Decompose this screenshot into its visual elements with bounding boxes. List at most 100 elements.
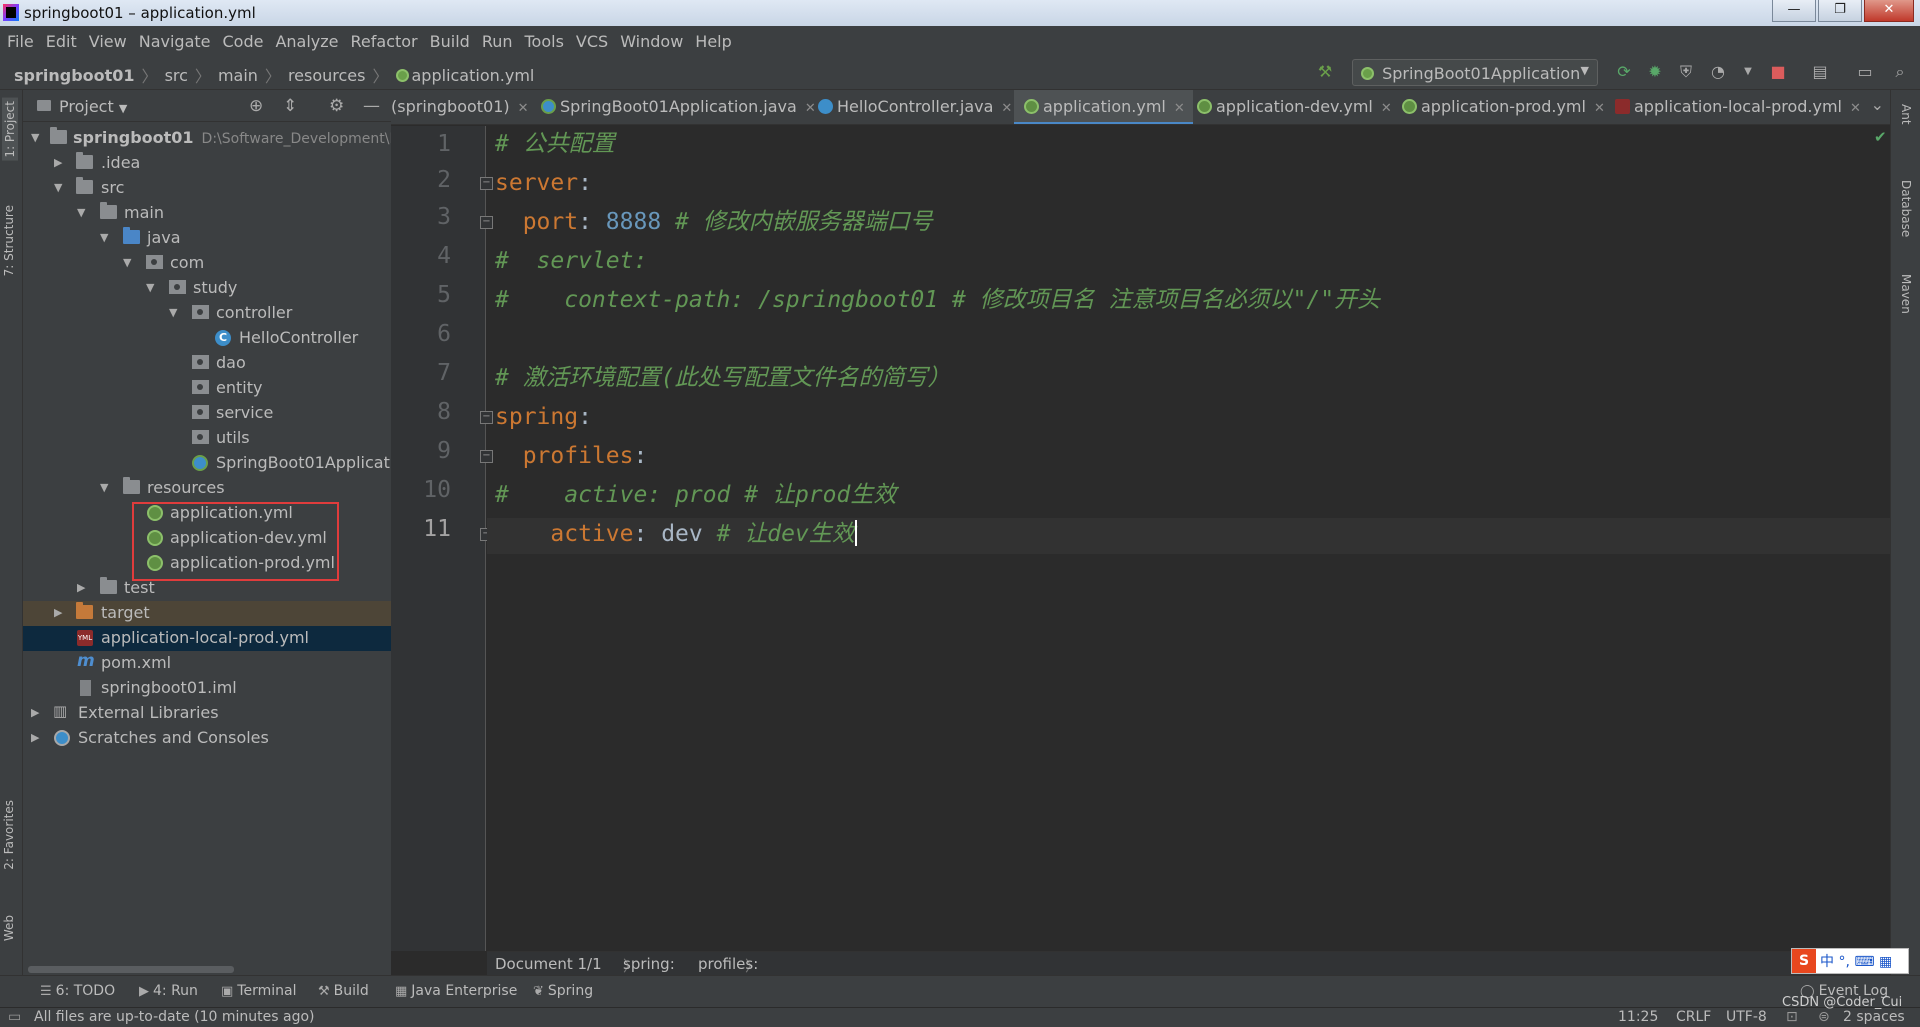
presentation-mode-icon[interactable]: ▭ <box>1855 62 1875 82</box>
tool-spring[interactable]: ❦ Spring <box>533 983 593 999</box>
breadcrumb-file[interactable]: application.yml <box>412 66 535 85</box>
tab-hellocontroller-java[interactable]: HelloController.java ✕ <box>818 90 1012 124</box>
project-view-select[interactable]: Project ▼ <box>59 97 127 116</box>
tree-item-springboot01[interactable]: ▼ springboot01 D:\Software_Development\I <box>23 126 391 151</box>
tree-item-utils[interactable]: utils <box>23 426 391 451</box>
locate-target-icon[interactable]: ⊕ <box>249 96 263 116</box>
expand-arrow-icon[interactable]: ▼ <box>100 481 108 494</box>
chevron-down-icon[interactable]: ⌄ <box>1871 95 1884 114</box>
tool-run[interactable]: ▶ 4: Run <box>139 983 198 999</box>
breadcrumb-src[interactable]: src <box>165 66 188 85</box>
menu-build[interactable]: Build <box>430 32 470 51</box>
collapse-arrow-icon[interactable]: ▶ <box>54 606 62 619</box>
tree-item-iml[interactable]: springboot01.iml <box>23 676 391 701</box>
tree-item-hellocontroller[interactable]: C HelloController <box>23 326 391 351</box>
collapse-all-icon[interactable]: ⇕ <box>283 96 297 116</box>
collapse-arrow-icon[interactable]: ▶ <box>31 731 39 744</box>
tool-tab-database[interactable]: Database <box>1899 180 1913 237</box>
collapse-arrow-icon[interactable]: ▶ <box>54 156 62 169</box>
tab-springboot01application-java[interactable]: SpringBoot01Application.java ✕ <box>541 90 816 124</box>
editor-breadcrumb-document[interactable]: Document 1/1 <box>495 955 602 973</box>
tab-close-icon[interactable]: ✕ <box>1381 101 1392 116</box>
run-more-chevron-icon[interactable]: ▼ <box>1738 62 1758 82</box>
breadcrumb-project[interactable]: springboot01 <box>14 66 135 85</box>
tree-item-entity[interactable]: entity <box>23 376 391 401</box>
debug-bug-icon[interactable]: ✹ <box>1645 62 1665 82</box>
menu-file[interactable]: File <box>7 32 34 51</box>
code-editor[interactable]: # 公共配置 server: port: 8888 # 修改内嵌服务器端口号 #… <box>487 126 1890 951</box>
tree-item-main[interactable]: ▼ main <box>23 201 391 226</box>
tree-item-service[interactable]: service <box>23 401 391 426</box>
tool-tab-maven[interactable]: Maven <box>1899 274 1913 314</box>
status-toggle-icon[interactable]: ▭ <box>8 1009 21 1025</box>
tab-close-icon[interactable]: ✕ <box>1174 101 1185 116</box>
rerun-icon[interactable]: ⟳ <box>1614 62 1634 82</box>
menu-tools[interactable]: Tools <box>525 32 564 51</box>
menu-vcs[interactable]: VCS <box>576 32 608 51</box>
tab-springboot01[interactable]: (springboot01) ✕ <box>391 90 529 124</box>
inspection-ok-check-icon[interactable]: ✔ <box>1874 128 1887 146</box>
tab-application-local-prod-yml[interactable]: application-local-prod.yml ✕ <box>1615 90 1861 124</box>
tab-application-yml[interactable]: application.yml ✕ <box>1014 90 1193 124</box>
gear-icon[interactable]: ⚙ <box>329 96 344 116</box>
tree-item-scratches[interactable]: ▶ Scratches and Consoles <box>23 726 391 751</box>
close-button[interactable]: ✕ <box>1864 0 1914 22</box>
tree-item-idea[interactable]: ▶ .idea <box>23 151 391 176</box>
line-separator[interactable]: CRLF <box>1676 1009 1711 1025</box>
menu-code[interactable]: Code <box>223 32 264 51</box>
menu-analyze[interactable]: Analyze <box>275 32 338 51</box>
tree-item-external-libraries[interactable]: ▶ ▥ External Libraries <box>23 701 391 726</box>
tree-item-com[interactable]: ▼ com <box>23 251 391 276</box>
tool-todo[interactable]: ☰ 6: TODO <box>40 983 115 999</box>
menu-edit[interactable]: Edit <box>46 32 77 51</box>
tool-tab-project[interactable]: 1: Project <box>2 98 18 161</box>
tree-item-dao[interactable]: dao <box>23 351 391 376</box>
run-configuration-select[interactable]: SpringBoot01Application ▼ <box>1352 59 1598 86</box>
hide-panel-icon[interactable]: — <box>363 96 380 116</box>
breadcrumb-resources[interactable]: resources <box>288 66 366 85</box>
tree-item-resources[interactable]: ▼ resources <box>23 476 391 501</box>
indent-setting[interactable]: 2 spaces <box>1843 1009 1905 1025</box>
menu-window[interactable]: Window <box>620 32 683 51</box>
expand-arrow-icon[interactable]: ▼ <box>146 281 154 294</box>
profiler-icon[interactable]: ◔ <box>1708 62 1728 82</box>
menu-view[interactable]: View <box>89 32 127 51</box>
tree-item-application-local-prod-yml[interactable]: YML application-local-prod.yml <box>23 626 391 651</box>
tab-close-icon[interactable]: ✕ <box>518 101 529 116</box>
menu-navigate[interactable]: Navigate <box>139 32 211 51</box>
lock-icon[interactable]: ⊡ <box>1786 1009 1798 1025</box>
file-encoding[interactable]: UTF-8 <box>1726 1009 1767 1025</box>
collapse-arrow-icon[interactable]: ▶ <box>77 581 85 594</box>
tool-java-enterprise[interactable]: ▦ Java Enterprise <box>395 983 517 999</box>
stop-icon[interactable]: ■ <box>1768 62 1788 82</box>
tool-build[interactable]: ⚒ Build <box>318 983 369 999</box>
collapse-arrow-icon[interactable]: ▶ <box>31 706 39 719</box>
expand-arrow-icon[interactable]: ▼ <box>77 206 85 219</box>
breadcrumb-main[interactable]: main <box>218 66 258 85</box>
tool-terminal[interactable]: ▣ Terminal <box>221 983 296 999</box>
minimize-button[interactable]: — <box>1772 0 1816 22</box>
maximize-button[interactable]: ❐ <box>1818 0 1862 22</box>
tab-close-icon[interactable]: ✕ <box>1594 101 1605 116</box>
tree-item-pom-xml[interactable]: m pom.xml <box>23 651 391 676</box>
expand-arrow-icon[interactable]: ▼ <box>100 231 108 244</box>
tool-tab-ant[interactable]: Ant <box>1899 104 1913 125</box>
editor-breadcrumb-spring[interactable]: spring: <box>623 955 675 973</box>
project-structure-icon[interactable]: ▤ <box>1810 62 1830 82</box>
tree-item-src[interactable]: ▼ src <box>23 176 391 201</box>
tree-item-controller[interactable]: ▼ controller <box>23 301 391 326</box>
menu-run[interactable]: Run <box>482 32 513 51</box>
tool-tab-favorites[interactable]: 2: Favorites <box>2 800 16 870</box>
coverage-shield-icon[interactable]: ⛨ <box>1676 62 1696 82</box>
expand-arrow-icon[interactable]: ▼ <box>31 131 39 144</box>
expand-arrow-icon[interactable]: ▼ <box>169 306 177 319</box>
tree-horizontal-scrollbar[interactable] <box>28 966 234 973</box>
caret-position[interactable]: 11:25 <box>1618 1009 1658 1025</box>
tree-item-java[interactable]: ▼ java <box>23 226 391 251</box>
tree-item-study[interactable]: ▼ study <box>23 276 391 301</box>
tab-application-prod-yml[interactable]: application-prod.yml ✕ <box>1402 90 1605 124</box>
tab-close-icon[interactable]: ✕ <box>1001 101 1012 116</box>
expand-arrow-icon[interactable]: ▼ <box>54 181 62 194</box>
tool-tab-structure[interactable]: 7: Structure <box>2 205 16 276</box>
tree-item-springboot01application[interactable]: SpringBoot01Applicatio <box>23 451 391 476</box>
